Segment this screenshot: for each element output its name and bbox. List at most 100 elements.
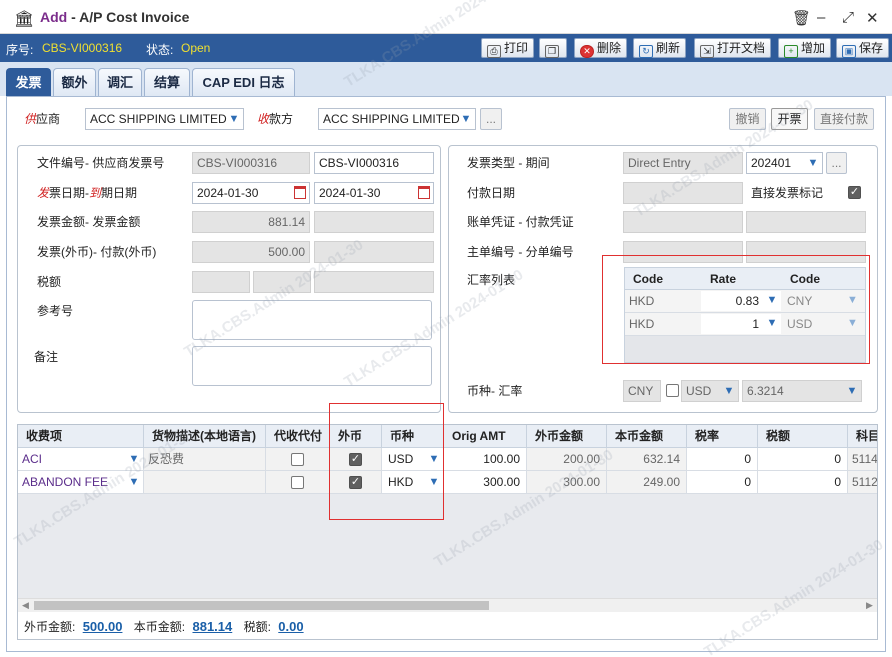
currency-rate-label: 币种- 汇率 xyxy=(467,384,523,398)
tab-exchange-adjust[interactable]: 调汇 xyxy=(98,68,142,96)
cell-account[interactable]: 5114 xyxy=(848,448,877,471)
save-button[interactable]: ▣ 保存 xyxy=(836,38,890,58)
tax-field-1 xyxy=(192,271,250,293)
tax-label: 税额 xyxy=(37,275,62,289)
cell-charge[interactable]: ABANDON FEE ▼ xyxy=(18,471,144,494)
mbl-label: 主单编号 - 分单编号 xyxy=(467,245,574,259)
supplier-select[interactable]: ACC SHIPPING LIMITED ▼ xyxy=(85,108,244,130)
lc-total-value[interactable]: 881.14 xyxy=(192,619,232,634)
calendar-icon[interactable] xyxy=(418,186,430,199)
supplier-invoice-no-field[interactable]: CBS-VI000316 xyxy=(314,152,434,174)
fc-total-value[interactable]: 500.00 xyxy=(83,619,123,634)
file-no-field: CBS-VI000316 xyxy=(192,152,310,174)
bill-voucher-field xyxy=(623,211,743,233)
minimize-icon[interactable]: – xyxy=(817,9,825,26)
open-invoice-button[interactable]: 开票 xyxy=(771,108,808,130)
fc-paid-field xyxy=(314,241,434,263)
invoice-type-label: 发票类型 - 期间 xyxy=(467,156,550,170)
voucher-label: 账单凭证 - 付款凭证 xyxy=(467,215,574,229)
maximize-icon[interactable]: ⤢ xyxy=(842,9,854,26)
calendar-icon[interactable] xyxy=(294,186,306,199)
reference-field[interactable] xyxy=(192,300,432,340)
payment-voucher-field xyxy=(746,211,866,233)
cell-orig-amt[interactable]: 300.00 xyxy=(444,471,527,494)
col-tax: 税额 xyxy=(758,425,848,448)
cell-fc-amount: 300.00 xyxy=(527,471,607,494)
col-collect: 代收代付 xyxy=(266,425,330,448)
delete-button[interactable]: ✕ 删除 xyxy=(574,38,628,58)
period-more-button[interactable]: ... xyxy=(826,152,847,174)
invoice-amount-field: 881.14 xyxy=(192,211,310,233)
col-fc-amount: 外币金额 xyxy=(527,425,607,448)
invoice-type-field: Direct Entry xyxy=(623,152,743,174)
tax-total-value[interactable]: 0.00 xyxy=(278,619,303,634)
printer-icon: ⎙ xyxy=(487,45,501,58)
col-lc-amount: 本币金额 xyxy=(607,425,687,448)
cell-collect[interactable] xyxy=(266,448,330,471)
scroll-right-icon[interactable]: ▶ xyxy=(866,600,873,611)
amount-label: 发票金额- 发票金额 xyxy=(37,215,141,229)
fc-total-label: 外币金额: xyxy=(24,620,76,634)
invoice-date-label: 发票日期-到期日期 xyxy=(37,186,138,200)
direct-pay-button[interactable]: 直接付款 xyxy=(814,108,874,130)
currency-checkbox[interactable] xyxy=(666,384,679,397)
tab-extra[interactable]: 额外 xyxy=(53,68,96,96)
invoice-date-field[interactable]: 2024-01-30 xyxy=(192,182,310,204)
save-icon: ▣ xyxy=(842,45,856,58)
fc-amount-label: 发票(外币)- 付款(外币) xyxy=(37,245,157,259)
payee-more-button[interactable]: ... xyxy=(480,108,502,130)
cell-charge[interactable]: ACI ▼ xyxy=(18,448,144,471)
col-charge: 收费项 xyxy=(18,425,144,448)
pay-date-label: 付款日期 xyxy=(467,186,516,200)
col-account: 科目 xyxy=(856,429,878,443)
highlight-currency-columns xyxy=(329,403,444,520)
tab-settlement[interactable]: 结算 xyxy=(144,68,190,96)
cell-description[interactable] xyxy=(144,471,266,494)
exchange-rate-select[interactable]: 6.3214 ▼ xyxy=(742,380,862,402)
revoke-button[interactable]: 撤销 xyxy=(729,108,766,130)
seq-value: CBS-VI000316 xyxy=(42,41,123,55)
tab-invoice[interactable]: 发票 xyxy=(6,68,51,96)
chevron-down-icon: ▼ xyxy=(128,476,140,488)
payee-select[interactable]: ACC SHIPPING LIMITED ▼ xyxy=(318,108,476,130)
collect-checkbox[interactable] xyxy=(291,476,304,490)
grid-header: 收费项 货物描述(本地语言) 代收代付 外币 币种 Orig AMT 外币金额 … xyxy=(18,425,878,448)
copy-button[interactable]: ❐ xyxy=(539,38,567,58)
close-icon[interactable]: ✕ xyxy=(866,9,879,27)
refresh-button[interactable]: ↻ 刷新 xyxy=(633,38,687,58)
scrollbar-thumb[interactable] xyxy=(34,601,489,610)
col-description: 货物描述(本地语言) xyxy=(144,425,266,448)
file-no-label: 文件编号- 供应商发票号 xyxy=(37,156,165,170)
scroll-left-icon[interactable]: ◀ xyxy=(22,600,29,611)
cell-tax[interactable]: 0 xyxy=(758,448,848,471)
open-document-icon: ⇲ xyxy=(700,45,714,58)
tab-cap-edi-log[interactable]: CAP EDI 日志 xyxy=(192,68,295,96)
table-row[interactable]: ACI ▼ 反恐费 ✓ USD ▼ 100.00 200.00 632.14 0 0… xyxy=(18,448,877,471)
chevron-down-icon: ▼ xyxy=(460,113,472,125)
cell-tax-rate[interactable]: 0 xyxy=(687,448,758,471)
cell-account[interactable]: 5112 xyxy=(848,471,877,494)
period-select[interactable]: 202401 ▼ xyxy=(746,152,823,174)
fc-amount-field: 500.00 xyxy=(192,241,310,263)
table-row[interactable]: ABANDON FEE ▼ ✓ HKD ▼ 300.00 300.00 249.00… xyxy=(18,471,877,494)
chevron-down-icon: ▼ xyxy=(846,385,858,397)
due-date-field[interactable]: 2024-01-30 xyxy=(314,182,434,204)
currency2-select[interactable]: USD ▼ xyxy=(681,380,739,402)
cell-orig-amt[interactable]: 100.00 xyxy=(444,448,527,471)
add-button[interactable]: + 增加 xyxy=(778,38,832,58)
tax-field-2 xyxy=(253,271,311,293)
grid-horizontal-scrollbar[interactable]: ◀ ▶ xyxy=(18,598,877,612)
cell-tax-rate[interactable]: 0 xyxy=(687,471,758,494)
cell-description[interactable]: 反恐费 xyxy=(144,448,266,471)
cell-tax[interactable]: 0 xyxy=(758,471,848,494)
collect-checkbox[interactable] xyxy=(291,453,304,467)
cell-collect[interactable] xyxy=(266,471,330,494)
remark-field[interactable] xyxy=(192,346,432,386)
open-document-button[interactable]: ⇲ 打开文档 xyxy=(694,38,772,58)
currency-field: CNY xyxy=(623,380,661,402)
print-button[interactable]: ⎙ 打印 xyxy=(481,38,535,58)
trash-icon[interactable]: 🗑 xyxy=(792,9,811,27)
rate-list-label: 汇率列表 xyxy=(467,273,516,287)
chevron-down-icon: ▼ xyxy=(807,157,819,169)
direct-invoice-flag-checkbox[interactable]: ✓ xyxy=(848,186,861,199)
